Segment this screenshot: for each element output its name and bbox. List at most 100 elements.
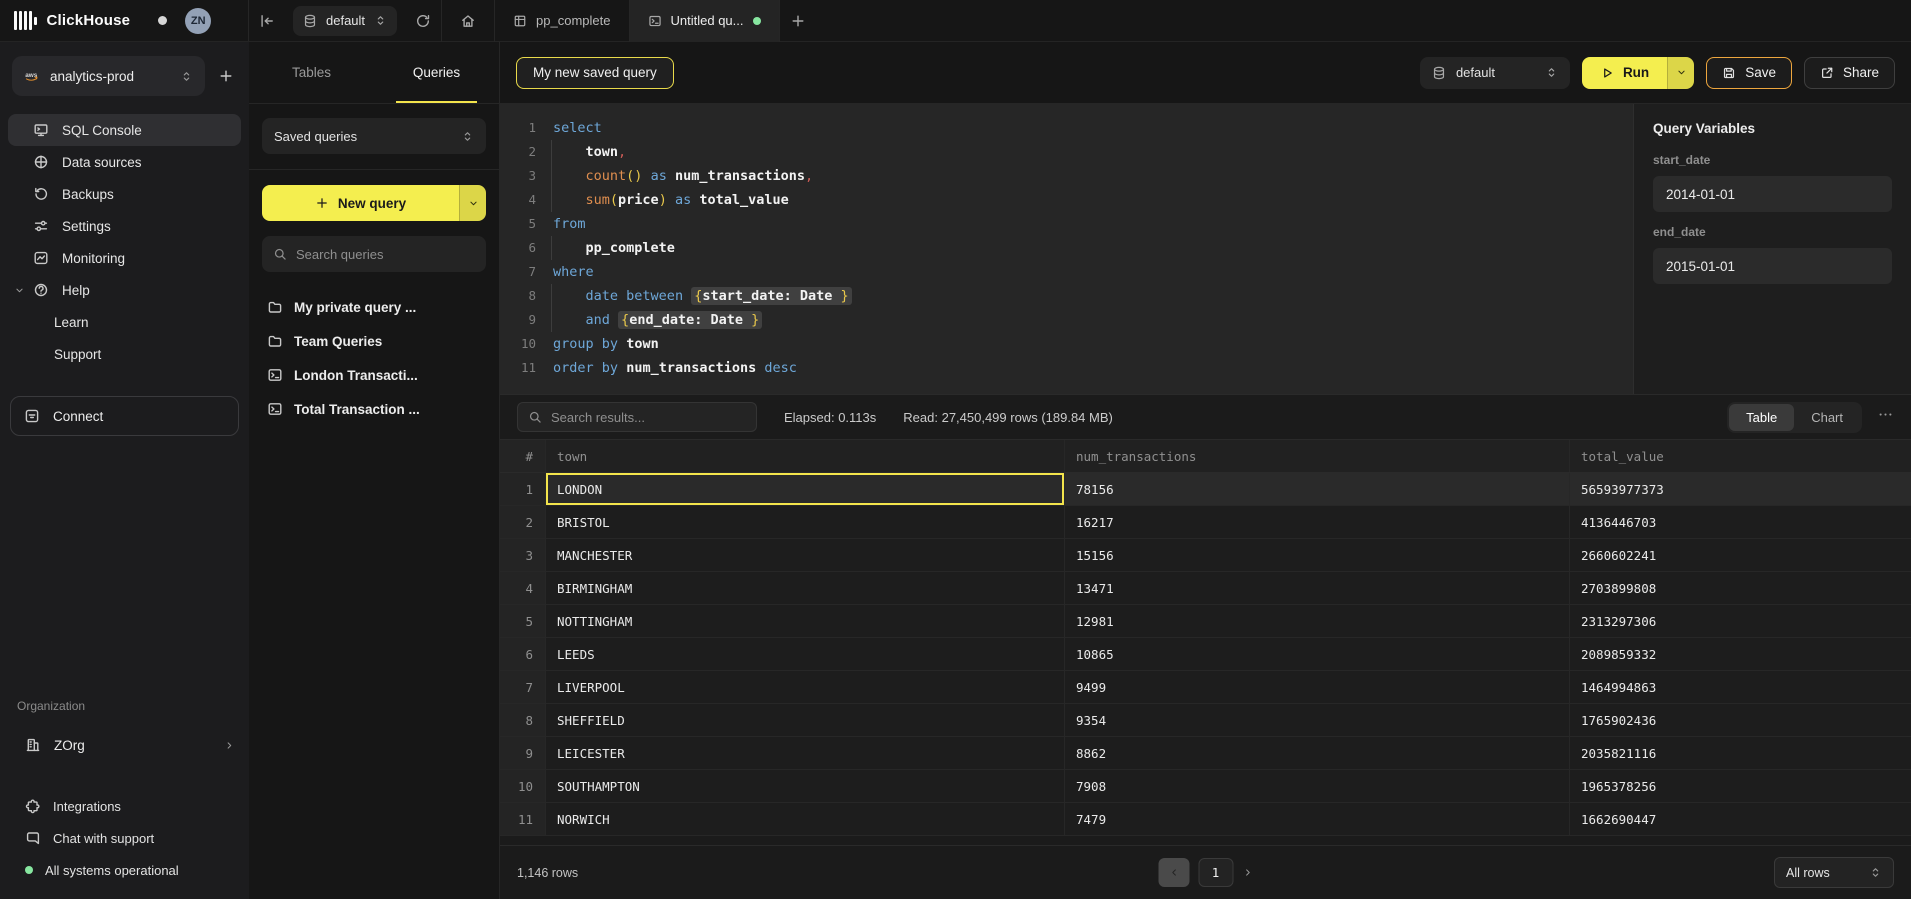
table-cell[interactable]: 2703899808 xyxy=(1570,572,1911,604)
code-line[interactable]: 5from xyxy=(500,212,1633,236)
variable-input-end-date[interactable]: 2015-01-01 xyxy=(1653,248,1892,284)
row-number[interactable]: 7 xyxy=(500,671,546,703)
row-number[interactable]: 2 xyxy=(500,506,546,538)
query-variable-chip[interactable]: {end_date: Date } xyxy=(618,311,762,329)
table-cell[interactable]: SHEFFIELD xyxy=(546,704,1065,736)
row-number[interactable]: 3 xyxy=(500,539,546,571)
table-cell[interactable]: 78156 xyxy=(1065,473,1570,505)
new-query-options-caret[interactable] xyxy=(459,185,486,221)
row-number[interactable]: 5 xyxy=(500,605,546,637)
row-number[interactable]: 10 xyxy=(500,770,546,802)
sql-editor[interactable]: 1select2 town,3 count() as num_transacti… xyxy=(500,104,1633,394)
code-line[interactable]: 8 date between {start_date: Date } xyxy=(500,284,1633,308)
run-options-caret[interactable] xyxy=(1667,57,1694,89)
variable-input-start-date[interactable]: 2014-01-01 xyxy=(1653,176,1892,212)
table-cell[interactable]: LIVERPOOL xyxy=(546,671,1065,703)
code-line[interactable]: 2 town, xyxy=(500,140,1633,164)
query-variable-chip[interactable]: {start_date: Date } xyxy=(691,287,851,305)
save-button[interactable]: Save xyxy=(1706,57,1792,89)
table-cell[interactable]: BIRMINGHAM xyxy=(546,572,1065,604)
view-toggle-table[interactable]: Table xyxy=(1729,404,1794,431)
row-number[interactable]: 9 xyxy=(500,737,546,769)
panel-tab-queries[interactable]: Queries xyxy=(374,42,499,103)
table-cell[interactable]: 1662690447 xyxy=(1570,803,1911,835)
sidebar-item-help[interactable]: Help xyxy=(8,274,241,306)
table-cell[interactable]: NORWICH xyxy=(546,803,1065,835)
sidebar-footer-item-integrations[interactable]: Integrations xyxy=(0,791,249,821)
sidebar-item-sql-console[interactable]: SQL Console xyxy=(8,114,241,146)
table-cell[interactable]: 8862 xyxy=(1065,737,1570,769)
column-header-num-transactions[interactable]: num_transactions xyxy=(1065,440,1570,472)
table-cell[interactable]: 2089859332 xyxy=(1570,638,1911,670)
next-page-button[interactable] xyxy=(1242,867,1253,878)
row-number[interactable]: 8 xyxy=(500,704,546,736)
table-cell[interactable]: LONDON xyxy=(546,473,1065,505)
table-cell[interactable]: 4136446703 xyxy=(1570,506,1911,538)
table-cell[interactable]: BRISTOL xyxy=(546,506,1065,538)
table-cell[interactable]: 2660602241 xyxy=(1570,539,1911,571)
table-cell[interactable]: LEEDS xyxy=(546,638,1065,670)
sidebar-item-monitoring[interactable]: Monitoring xyxy=(8,242,241,274)
refresh-button[interactable] xyxy=(405,0,441,42)
organization-row[interactable]: ZOrg xyxy=(0,729,249,761)
column-header-item[interactable]: # xyxy=(500,440,546,472)
table-cell[interactable]: 9499 xyxy=(1065,671,1570,703)
view-toggle-chart[interactable]: Chart xyxy=(1794,404,1860,431)
sidebar-footer-item-all-systems-operational[interactable]: All systems operational xyxy=(0,855,249,885)
table-cell[interactable]: 1965378256 xyxy=(1570,770,1911,802)
service-selector[interactable]: aws analytics-prod xyxy=(12,56,205,96)
code-line[interactable]: 3 count() as num_transactions, xyxy=(500,164,1633,188)
query-list-item-london-transacti[interactable]: London Transacti... xyxy=(262,358,486,392)
code-line[interactable]: 10group by town xyxy=(500,332,1633,356)
table-cell[interactable]: 1464994863 xyxy=(1570,671,1911,703)
table-cell[interactable]: 1765902436 xyxy=(1570,704,1911,736)
share-button[interactable]: Share xyxy=(1804,57,1895,89)
table-cell[interactable]: 10865 xyxy=(1065,638,1570,670)
code-line[interactable]: 1select xyxy=(500,116,1633,140)
query-list-item-team-queries[interactable]: Team Queries xyxy=(262,324,486,358)
tab-untitled-qu[interactable]: Untitled qu... xyxy=(630,0,780,42)
table-cell[interactable]: 56593977373 xyxy=(1570,473,1911,505)
sidebar-item-settings[interactable]: Settings xyxy=(8,210,241,242)
tab-pp-complete[interactable]: pp_complete xyxy=(495,0,629,42)
sidebar-footer-item-chat-with-support[interactable]: Chat with support xyxy=(0,823,249,853)
sidebar-subitem-learn[interactable]: Learn xyxy=(8,306,241,338)
sidebar-item-backups[interactable]: Backups xyxy=(8,178,241,210)
sidebar-subitem-support[interactable]: Support xyxy=(8,338,241,370)
editor-database-select[interactable]: default xyxy=(1420,57,1570,89)
row-number[interactable]: 1 xyxy=(500,473,546,505)
table-cell[interactable]: 15156 xyxy=(1065,539,1570,571)
code-line[interactable]: 9 and {end_date: Date } xyxy=(500,308,1633,332)
code-line[interactable]: 11order by num_transactions desc xyxy=(500,356,1633,380)
page-size-select[interactable]: All rows xyxy=(1774,857,1894,888)
table-cell[interactable]: 9354 xyxy=(1065,704,1570,736)
column-header-total-value[interactable]: total_value xyxy=(1570,440,1911,472)
saved-queries-select[interactable]: Saved queries xyxy=(262,118,486,154)
clickhouse-logo-icon[interactable] xyxy=(14,10,37,32)
code-line[interactable]: 7where xyxy=(500,260,1633,284)
table-cell[interactable]: 7479 xyxy=(1065,803,1570,835)
table-cell[interactable]: 2313297306 xyxy=(1570,605,1911,637)
search-queries-input[interactable]: Search queries xyxy=(262,236,486,272)
add-service-button[interactable] xyxy=(211,61,241,91)
panel-tab-tables[interactable]: Tables xyxy=(249,42,374,103)
table-cell[interactable]: 16217 xyxy=(1065,506,1570,538)
table-cell[interactable]: MANCHESTER xyxy=(546,539,1065,571)
home-button[interactable] xyxy=(442,0,494,42)
query-list-item-my-private-query[interactable]: My private query ... xyxy=(262,290,486,324)
table-cell[interactable]: 12981 xyxy=(1065,605,1570,637)
page-number-input[interactable]: 1 xyxy=(1198,858,1233,887)
connect-button[interactable]: Connect xyxy=(10,396,239,436)
table-cell[interactable]: SOUTHAMPTON xyxy=(546,770,1065,802)
row-number[interactable]: 4 xyxy=(500,572,546,604)
prev-page-button[interactable] xyxy=(1158,858,1189,887)
table-cell[interactable]: 2035821116 xyxy=(1570,737,1911,769)
row-number[interactable]: 6 xyxy=(500,638,546,670)
code-line[interactable]: 6 pp_complete xyxy=(500,236,1633,260)
new-tab-button[interactable] xyxy=(780,0,816,42)
row-number[interactable]: 11 xyxy=(500,803,546,835)
table-cell[interactable]: 7908 xyxy=(1065,770,1570,802)
column-header-town[interactable]: town xyxy=(546,440,1065,472)
code-line[interactable]: 4 sum(price) as total_value xyxy=(500,188,1633,212)
chevron-down-icon[interactable] xyxy=(14,285,25,296)
